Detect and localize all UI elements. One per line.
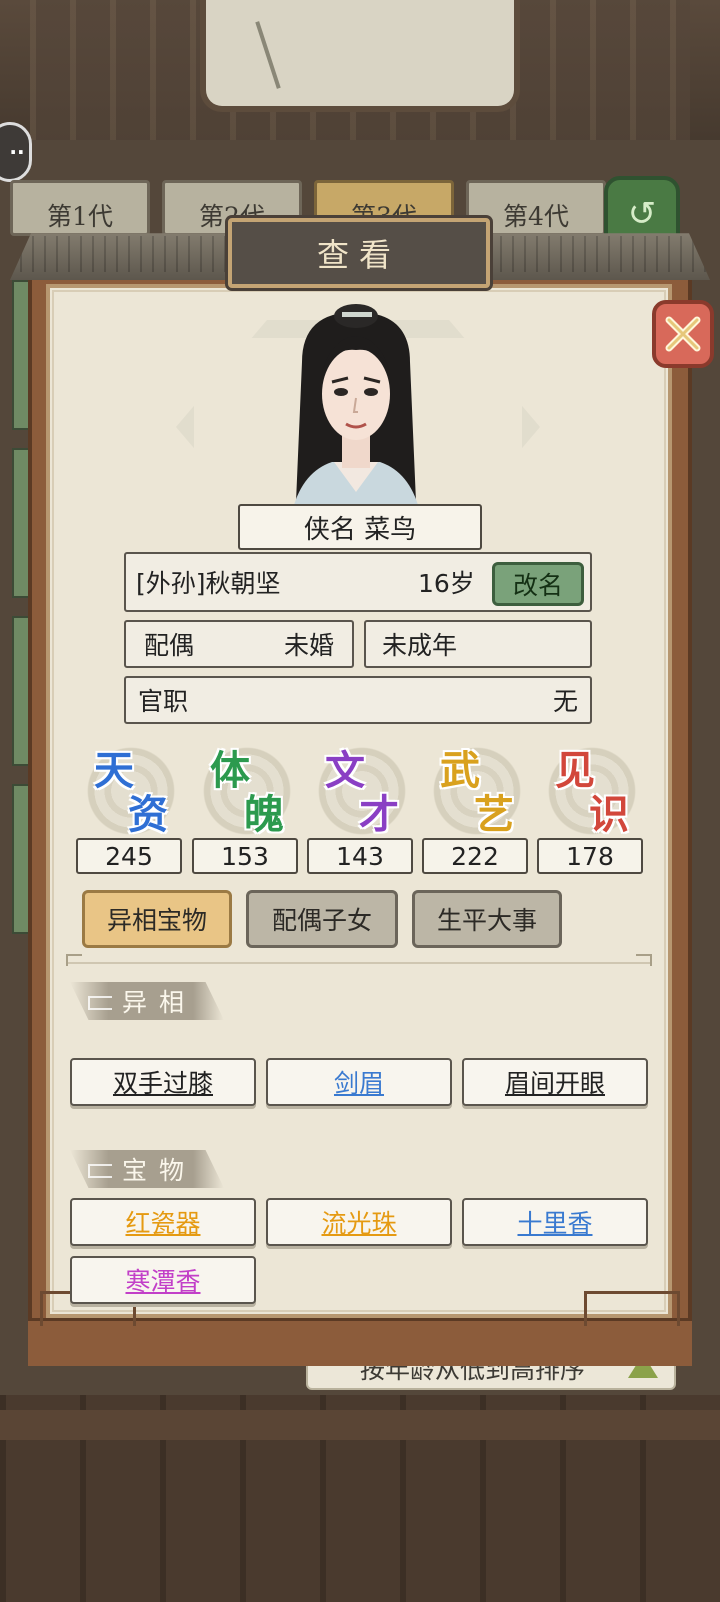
stat-talent: 天 资 [76,738,182,842]
office-label: 官职 [138,687,189,716]
rename-button[interactable]: 改名 [492,562,584,606]
close-button[interactable] [652,300,714,368]
stat-martial: 武 艺 [422,738,528,842]
treasure-item[interactable]: 流光珠 [266,1198,452,1246]
stat-char-2: 资 [128,791,168,838]
identity-text: [外孙]秋朝坚 [136,569,281,598]
stat-value-literary: 143 [307,838,413,874]
character-portrait [292,304,420,512]
stat-knowledge: 见 识 [537,738,643,842]
section-divider [66,954,652,966]
traits-section-title: 异相 [70,982,224,1020]
close-x-icon [665,316,701,352]
traits-title-text: 异相 [122,988,197,1017]
stat-literary: 文 才 [307,738,413,842]
stat-char-2: 魄 [244,791,284,838]
trait-item[interactable]: 双手过膝 [70,1058,256,1106]
office-field: 官职 无 [124,676,592,724]
spouse-value: 未婚 [283,631,334,660]
pattern-icon [88,1164,112,1178]
character-dialog: 查看 侠名 菜鸟 [外孙]秋朝坚 16岁 改名 配偶 未婚 未成年 官职 无 天… [0,0,720,1602]
trait-item[interactable]: 剑眉 [266,1058,452,1106]
stat-char-2: 才 [359,791,399,838]
spouse-label: 配偶 [144,631,195,660]
tab-life-events[interactable]: 生平大事 [412,890,562,948]
tab-traits-treasures[interactable]: 异相宝物 [82,890,232,948]
hero-name: 侠名 菜鸟 [238,504,482,550]
stat-value-martial: 222 [422,838,528,874]
trait-item[interactable]: 眉间开眼 [462,1058,648,1106]
stat-physique: 体 魄 [192,738,298,842]
treasures-section-title: 宝物 [70,1150,224,1188]
office-value: 无 [552,687,578,716]
adult-status-field: 未成年 [364,620,592,668]
age-text: 16岁 [418,569,475,598]
stat-value-physique: 153 [192,838,298,874]
dialog-title: 查看 [228,218,490,288]
spouse-field: 配偶 未婚 [124,620,354,668]
dialog-frame-bottom [28,1291,692,1366]
pattern-icon [88,996,112,1010]
tab-spouse-children[interactable]: 配偶子女 [246,890,398,948]
stat-value-knowledge: 178 [537,838,643,874]
adult-status: 未成年 [382,631,458,660]
stat-char-2: 艺 [474,791,514,838]
treasure-item[interactable]: 红瓷器 [70,1198,256,1246]
stat-value-talent: 245 [76,838,182,874]
treasures-title-text: 宝物 [122,1156,197,1185]
treasure-item[interactable]: 寒潭香 [70,1256,256,1304]
stat-char-2: 识 [589,791,629,838]
treasure-item[interactable]: 十里香 [462,1198,648,1246]
